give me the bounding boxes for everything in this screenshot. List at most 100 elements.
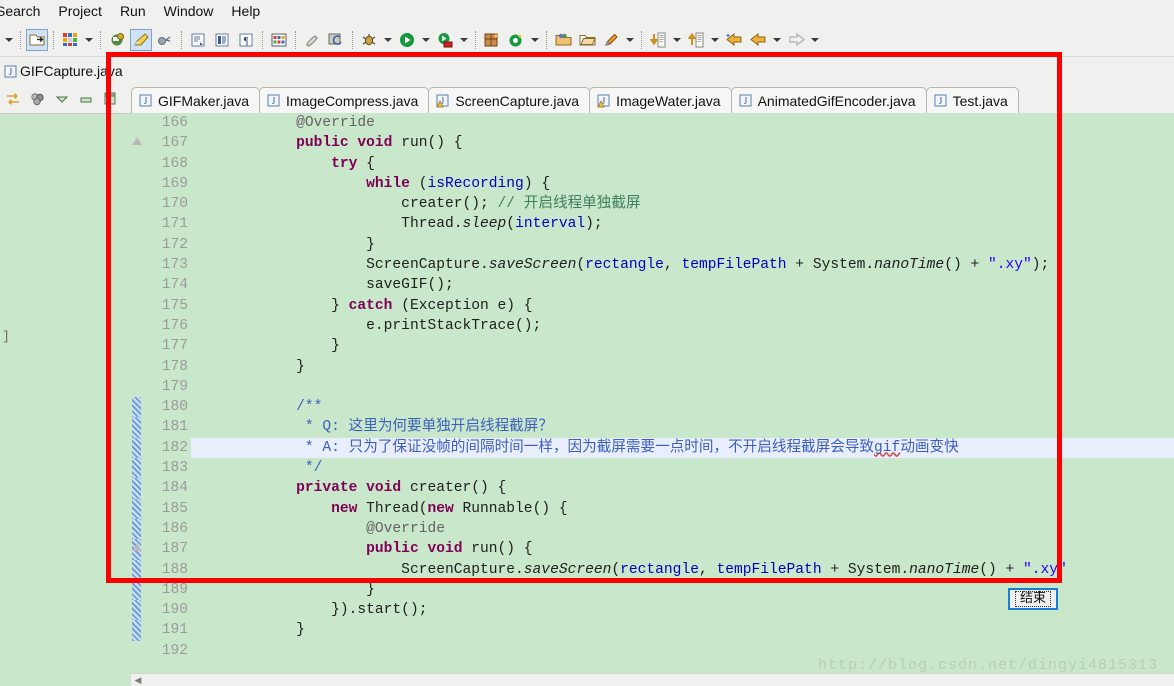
forward-icon[interactable] [785, 29, 807, 51]
code-token: @Override [366, 520, 445, 537]
code-line[interactable]: * A: 只为了保证没帧的间隔时间一样，因为截屏需要一点时间，不开启线程截屏会导… [191, 437, 1174, 459]
back-icon[interactable] [747, 29, 769, 51]
code-line[interactable]: new Thread(new Runnable() { [191, 499, 1174, 519]
open-perspective-icon[interactable] [268, 29, 290, 51]
code-line[interactable]: /** [191, 397, 1174, 417]
new-package-icon[interactable] [481, 29, 503, 51]
search-dropdown-arrow[interactable] [623, 29, 636, 51]
editor-tab-animatedgifencoder-java[interactable]: J AnimatedGifEncoder.java [730, 87, 927, 113]
editor-tab-imagecompress-java[interactable]: J ImageCompress.java [259, 87, 430, 113]
new-wizard-icon[interactable] [26, 28, 48, 51]
highlight-pencil-icon[interactable] [130, 28, 152, 51]
code-token: public void [366, 541, 472, 558]
code-line[interactable]: } [191, 336, 1174, 356]
back-dropdown-arrow[interactable] [770, 29, 783, 51]
code-token: tempFilePath [716, 561, 822, 578]
debug-dropdown-arrow[interactable] [381, 29, 394, 51]
open-task-icon[interactable] [576, 29, 598, 51]
code-line[interactable]: while (isRecording) { [191, 174, 1174, 194]
code-line[interactable]: @Override [191, 519, 1174, 539]
collapse-all-icon[interactable] [27, 89, 48, 109]
menu-item-window[interactable]: Window [155, 2, 223, 21]
end-recording-button[interactable]: 结束 [1008, 588, 1058, 610]
annotation-cell [131, 113, 145, 133]
minimize-icon[interactable] [75, 89, 96, 109]
left-panel-title: J GIFCapture.java [0, 57, 131, 85]
line-number: 178 [161, 358, 188, 375]
code-line[interactable]: creater(); // 开启线程单独截屏 [191, 194, 1174, 214]
svg-text:J: J [272, 96, 276, 106]
paragraph-marks-icon[interactable]: ¶ [235, 29, 257, 51]
toolbar-dropdown-arrow-0[interactable] [2, 29, 15, 51]
editor-horizontal-scrollbar[interactable]: ◀ [131, 673, 1174, 686]
code-token: ScreenCapture. [191, 257, 489, 274]
code-line[interactable]: try { [191, 154, 1174, 174]
editor-annotation-column[interactable] [131, 113, 145, 673]
toolbar-group-run [357, 28, 480, 52]
next-annotation-dropdown-arrow[interactable] [670, 29, 683, 51]
new-annotation-icon[interactable] [505, 29, 527, 51]
code-line[interactable]: saveGIF(); [191, 275, 1174, 295]
editor-tab-screencapture-java[interactable]: J ScreenCapture.java [428, 87, 591, 113]
menu-item-search[interactable]: Search [0, 2, 49, 21]
package-explorer-view: J GIFCapture.java] [0, 57, 131, 686]
new-annotation-dropdown-arrow[interactable] [528, 29, 541, 51]
maximize-icon[interactable] [99, 89, 120, 109]
outline-icon[interactable] [211, 29, 233, 51]
code-line[interactable]: private void creater() { [191, 478, 1174, 498]
main-toolbar: ¶ [0, 23, 1174, 57]
code-line[interactable]: public void run() { [191, 539, 1174, 559]
code-line[interactable]: } [191, 620, 1174, 640]
search-icon[interactable] [600, 29, 622, 51]
external-tools-dropdown-arrow[interactable] [457, 29, 470, 51]
link-with-editor-icon[interactable] [3, 89, 24, 109]
code-token: gif [874, 439, 901, 456]
code-line[interactable]: } [191, 235, 1174, 255]
code-token: } [191, 622, 305, 639]
debug-icon[interactable] [358, 29, 380, 51]
code-line[interactable]: } [191, 357, 1174, 377]
package-explorer-tree[interactable]: ] [0, 114, 131, 686]
run-external-tools-icon[interactable] [434, 29, 456, 51]
code-line[interactable]: ScreenCapture.saveScreen(rectangle, temp… [191, 560, 1174, 580]
toolbar-dropdown-arrow-1[interactable] [82, 29, 95, 51]
code-line[interactable]: * Q: 这里为何要单独开启线程截屏？ [191, 417, 1174, 437]
code-line[interactable] [191, 377, 1174, 397]
editor-tab-gifmaker-java[interactable]: J GIFMaker.java [131, 87, 261, 113]
scroll-left-arrow[interactable]: ◀ [131, 674, 145, 686]
refresh-project-icon[interactable] [325, 29, 347, 51]
code-line[interactable]: ScreenCapture.saveScreen(rectangle, temp… [191, 255, 1174, 275]
menu-item-run[interactable]: Run [111, 2, 155, 21]
editor-tab-imagewater-java[interactable]: J ImageWater.java [589, 87, 732, 113]
code-line[interactable]: public void run() { [191, 133, 1174, 153]
forward-dropdown-arrow[interactable] [808, 29, 821, 51]
print-icon[interactable] [187, 29, 209, 51]
toolbar-separator [181, 30, 182, 49]
next-annotation-icon[interactable] [647, 29, 669, 51]
code-token: run() { [401, 135, 463, 152]
run-icon[interactable] [396, 29, 418, 51]
code-token: } [191, 338, 340, 355]
menu-item-project[interactable]: Project [49, 2, 111, 21]
build-icon[interactable] [301, 29, 323, 51]
run-dropdown-arrow[interactable] [419, 29, 432, 51]
eclipse-ide-window: Search Project Run Window Help ¶ J GIFCa… [0, 0, 1174, 686]
code-line[interactable]: Thread.sleep(interval); [191, 214, 1174, 234]
code-line[interactable]: @Override [191, 113, 1174, 133]
menu-item-help[interactable]: Help [222, 2, 269, 21]
save-icon[interactable] [106, 29, 128, 51]
open-type-icon[interactable] [552, 29, 574, 51]
previous-annotation-dropdown-arrow[interactable] [708, 29, 721, 51]
line-number: 176 [161, 317, 188, 334]
previous-annotation-icon[interactable] [685, 29, 707, 51]
code-line[interactable]: } catch (Exception e) { [191, 296, 1174, 316]
view-menu-icon[interactable] [51, 89, 72, 109]
toolbar-separator [641, 30, 642, 49]
code-line[interactable]: */ [191, 458, 1174, 478]
link-editor-icon[interactable] [154, 29, 176, 51]
editor-tab-test-java[interactable]: J Test.java [925, 87, 1019, 113]
code-line[interactable]: e.printStackTrace(); [191, 316, 1174, 336]
new-java-class-icon[interactable] [59, 29, 81, 51]
toolbar-separator [100, 30, 101, 49]
last-edit-location-icon[interactable] [723, 29, 745, 51]
